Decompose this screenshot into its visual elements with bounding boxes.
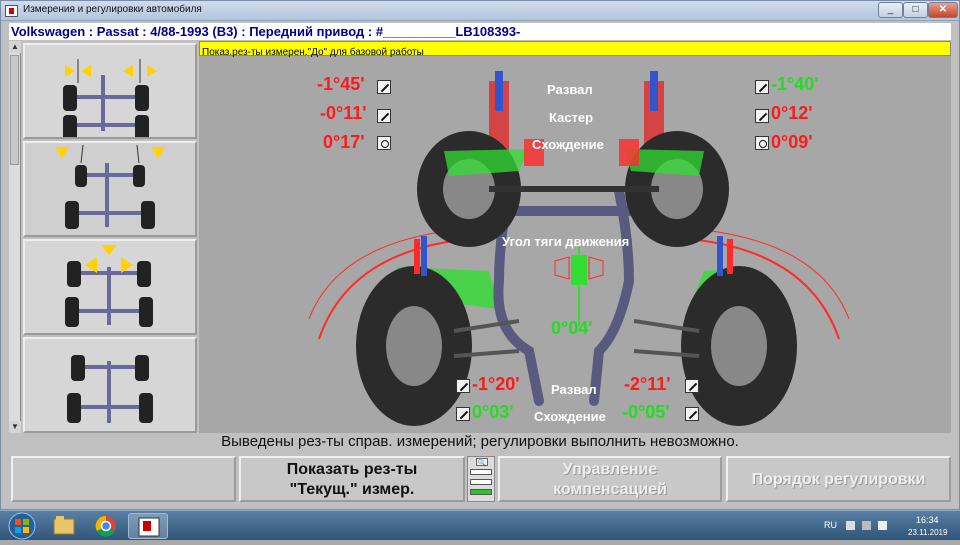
adjust-wrench-icon[interactable] — [456, 379, 470, 393]
action-center-icon[interactable] — [846, 521, 855, 530]
scroll-thumb[interactable] — [10, 55, 19, 165]
front-right-toe-value: 0°09' — [771, 132, 813, 152]
compensation-control-line1: Управление — [562, 461, 658, 478]
rear-left-camber-value: -1°20' — [472, 374, 520, 394]
network-icon[interactable] — [862, 521, 871, 530]
vehicle-header: Volkswagen : Passat : 4/88-1993 (B3) : П… — [9, 23, 951, 40]
front-left-caster-value: -0°11' — [320, 103, 367, 123]
front-camber-diagram-icon — [55, 144, 165, 229]
thumbnail-front-toe[interactable] — [23, 43, 197, 139]
app-icon — [5, 5, 18, 17]
thrust-diagram-icon — [65, 245, 153, 327]
start-button-icon[interactable] — [2, 511, 42, 540]
thrust-angle-value: 0°04' — [551, 318, 593, 338]
front-toe-label: Схождение — [532, 137, 604, 152]
front-right-camber-value: -1°40' — [771, 74, 819, 94]
alignment-app-task-icon[interactable] — [128, 513, 168, 539]
front-caster-label: Кастер — [549, 110, 594, 125]
show-current-results-button[interactable]: Показать рез-ты "Текущ." измер. — [239, 456, 465, 502]
language-indicator[interactable]: RU — [824, 520, 837, 530]
procedure-thumbnail-panel: ▲ ▼ — [9, 41, 197, 433]
thumbnail-front-camber[interactable] — [23, 141, 197, 237]
show-current-results-line2: "Текущ." измер. — [289, 481, 415, 498]
target-icon[interactable] — [377, 136, 391, 150]
front-camber-label: Развал — [547, 82, 593, 97]
windows-taskbar: RU 16:34 23.11.2019 — [0, 510, 960, 540]
status-message: Выведены рез-ты справ. измерений; регули… — [221, 433, 739, 450]
window-title: Измерения и регулировки автомобиля — [23, 4, 202, 15]
volume-icon[interactable] — [878, 521, 887, 530]
compensation-control-line2: компенсацией — [553, 481, 667, 498]
function-button-empty[interactable] — [11, 456, 236, 502]
adjust-wrench-icon[interactable] — [377, 109, 391, 123]
rear-toe-label: Схождение — [534, 409, 606, 424]
gauge-bar — [470, 479, 492, 485]
show-current-results-line1: Показать рез-ты — [286, 461, 418, 478]
title-bar: Измерения и регулировки автомобиля _ □ ✕ — [1, 1, 959, 21]
zoom-gauge[interactable]: 🔍 — [467, 456, 495, 502]
adjust-wrench-icon[interactable] — [685, 407, 699, 421]
front-toe-diagram-icon — [63, 59, 157, 137]
minimize-button[interactable]: _ — [878, 2, 903, 18]
thrust-angle-label: Угол тяги движения — [502, 234, 630, 249]
app-window: Измерения и регулировки автомобиля _ □ ✕… — [0, 0, 960, 510]
adjust-wrench-icon[interactable] — [456, 407, 470, 421]
gauge-bar-active — [470, 489, 492, 495]
rear-camber-label: Развал — [551, 382, 597, 397]
rear-diagram-icon — [67, 355, 153, 423]
file-explorer-icon[interactable] — [44, 513, 84, 539]
clock-date[interactable]: 23.11.2019 — [908, 528, 947, 537]
thumbnail-thrust[interactable] — [23, 239, 197, 335]
clock-time[interactable]: 16:34 — [916, 515, 939, 525]
front-left-camber-value: -1°45' — [317, 74, 365, 94]
compensation-control-button[interactable]: Управление компенсацией — [498, 456, 722, 502]
vehicle-header-text: Volkswagen : Passat : 4/88-1993 (B3) : П… — [11, 24, 521, 39]
magnifier-icon[interactable]: 🔍 — [476, 458, 488, 467]
alignment-display: Показ.рез-ты измерен."До" для базовой ра… — [199, 41, 951, 433]
adjust-wrench-icon[interactable] — [685, 379, 699, 393]
rear-left-toe-value: 0°03' — [472, 402, 514, 422]
scroll-down-icon[interactable]: ▼ — [9, 421, 21, 433]
close-button[interactable]: ✕ — [928, 2, 958, 18]
front-right-caster-value: 0°12' — [771, 103, 813, 123]
target-icon[interactable] — [755, 136, 769, 150]
adjust-wrench-icon[interactable] — [755, 109, 769, 123]
adjust-wrench-icon[interactable] — [755, 80, 769, 94]
chrome-icon[interactable] — [86, 513, 126, 539]
adjustment-order-button[interactable]: Порядок регулировки — [726, 456, 951, 502]
rear-right-toe-value: -0°05' — [622, 402, 670, 422]
thumbnail-rear[interactable] — [23, 337, 197, 433]
gauge-bar — [470, 469, 492, 475]
scroll-up-icon[interactable]: ▲ — [9, 41, 21, 53]
thumbnail-scrollbar[interactable]: ▲ ▼ — [9, 41, 21, 433]
front-left-toe-value: 0°17' — [323, 132, 365, 152]
maximize-button[interactable]: □ — [903, 2, 928, 18]
adjust-wrench-icon[interactable] — [377, 80, 391, 94]
rear-right-camber-value: -2°11' — [624, 374, 671, 394]
system-tray: RU 16:34 23.11.2019 — [818, 511, 960, 541]
